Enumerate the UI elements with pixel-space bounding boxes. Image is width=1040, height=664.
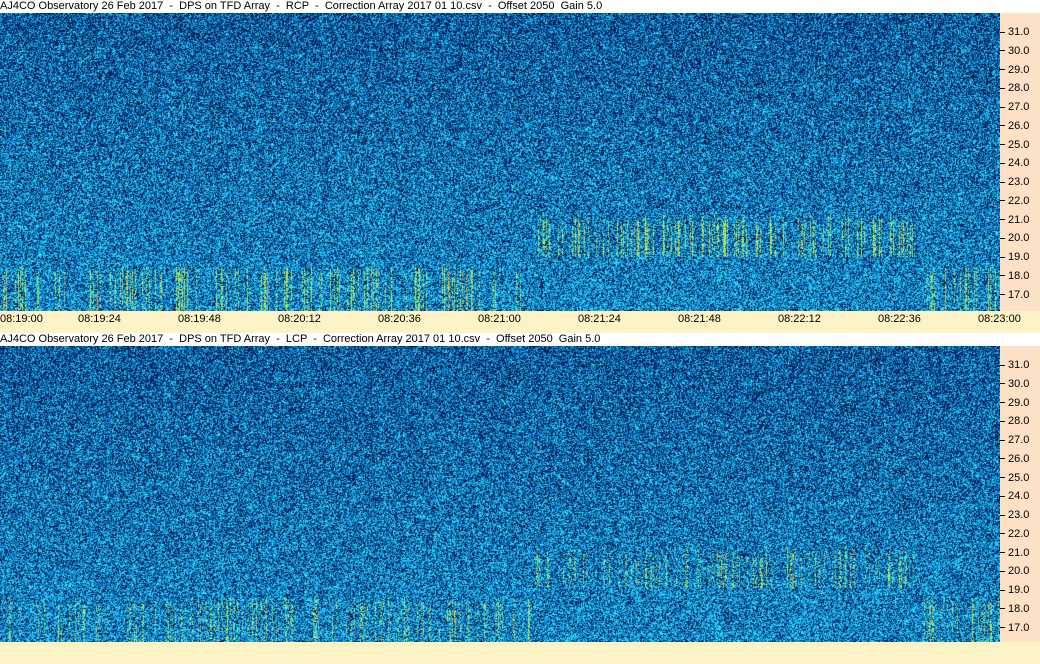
y-tick: 19.0	[1000, 584, 1029, 596]
x-tick: 08:20:12	[278, 313, 321, 325]
y-tick: 28.0	[1000, 82, 1029, 94]
y-tick: 22.0	[1000, 195, 1029, 207]
x-tick: 08:21:00	[478, 313, 521, 325]
y-tick: 21.0	[1000, 214, 1029, 226]
y-tick: 26.0	[1000, 453, 1029, 465]
x-tick: 08:19:48	[178, 313, 221, 325]
y-tick: 25.0	[1000, 139, 1029, 151]
y-tick: 22.0	[1000, 528, 1029, 540]
y-tick: 29.0	[1000, 64, 1029, 76]
spectrogram-rcp[interactable]	[0, 13, 1000, 311]
y-tick: 19.0	[1000, 251, 1029, 263]
y-tick: 26.0	[1000, 120, 1029, 132]
x-tick: 08:22:36	[878, 313, 921, 325]
x-tick: 08:20:36	[378, 313, 421, 325]
x-tick: 08:19:24	[78, 313, 121, 325]
y-tick: 18.0	[1000, 270, 1029, 282]
y-tick: 27.0	[1000, 434, 1029, 446]
x-tick: 08:21:48	[678, 313, 721, 325]
y-tick: 29.0	[1000, 397, 1029, 409]
panel-title-lcp: AJ4CO Observatory 26 Feb 2017 - DPS on T…	[0, 333, 1000, 346]
time-axis: 08:19:00 08:19:24 08:19:48 08:20:12 08:20:36…	[0, 311, 1040, 333]
y-tick: 17.0	[1000, 622, 1029, 634]
corner	[1000, 333, 1040, 346]
spectrogram-lcp[interactable]	[0, 346, 1000, 642]
panel-title-rcp: AJ4CO Observatory 26 Feb 2017 - DPS on T…	[0, 0, 1000, 13]
y-tick: 21.0	[1000, 547, 1029, 559]
x-tick: 08:19:00	[0, 313, 43, 325]
x-tick: 08:21:24	[578, 313, 621, 325]
y-axis-rcp: 31.0 30.0 29.0 28.0 27.0 26.0 25.0 24.0 23.0 22.0…	[1000, 13, 1040, 311]
y-tick: 23.0	[1000, 509, 1029, 521]
y-tick: 20.0	[1000, 232, 1029, 244]
y-tick: 24.0	[1000, 157, 1029, 169]
y-tick: 30.0	[1000, 378, 1029, 390]
y-axis-lcp: 31.0 30.0 29.0 28.0 27.0 26.0 25.0 24.0 23.0 22.0…	[1000, 346, 1040, 642]
y-tick: 24.0	[1000, 490, 1029, 502]
bottom-strip	[0, 642, 1040, 664]
y-tick: 23.0	[1000, 176, 1029, 188]
corner	[1000, 0, 1040, 13]
y-tick: 18.0	[1000, 603, 1029, 615]
y-tick: 30.0	[1000, 45, 1029, 57]
y-tick: 31.0	[1000, 26, 1029, 38]
y-tick: 25.0	[1000, 472, 1029, 484]
x-tick: 08:23:00	[978, 313, 1021, 325]
y-tick: 17.0	[1000, 289, 1029, 301]
y-tick: 31.0	[1000, 359, 1029, 371]
x-tick: 08:22:12	[778, 313, 821, 325]
y-tick: 27.0	[1000, 101, 1029, 113]
y-tick: 20.0	[1000, 565, 1029, 577]
y-tick: 28.0	[1000, 415, 1029, 427]
